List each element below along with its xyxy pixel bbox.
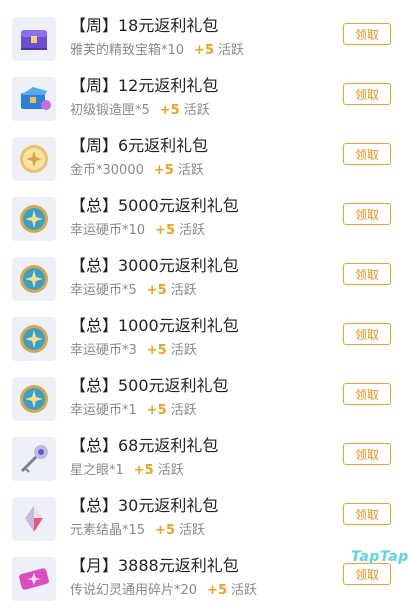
purple-treasure-chest-icon bbox=[12, 17, 56, 61]
bonus-value: +5 bbox=[146, 283, 167, 298]
reward-item: 元素结晶*15 bbox=[70, 523, 146, 538]
reward-item: 初级锻造匣*5 bbox=[70, 103, 150, 118]
reward-item: 金币*30000 bbox=[70, 163, 144, 178]
reward-item: 星之眼*1 bbox=[70, 463, 124, 478]
list-item: 【周】6元返利礼包 金币*30000 +5 活跃 领取 bbox=[0, 130, 408, 190]
reward-title: 【周】6元返利礼包 bbox=[70, 136, 209, 155]
bonus-value: +5 bbox=[207, 583, 227, 598]
list-item: 【总】1000元返利礼包 幸运硬币*3 +5 活跃 领取 bbox=[0, 310, 408, 370]
bonus-label: 活跃 bbox=[231, 583, 258, 598]
lucky-coin-icon bbox=[12, 257, 56, 301]
bonus-value: +5 bbox=[159, 103, 180, 118]
bonus-label: 活跃 bbox=[177, 163, 204, 178]
reward-title: 【总】5000元返利礼包 bbox=[70, 196, 239, 215]
list-item: 【总】5000元返利礼包 幸运硬币*10 +5 活跃 领取 bbox=[0, 190, 408, 250]
reward-detail: 金币*30000 +5 活跃 bbox=[70, 163, 204, 179]
bonus-label: 活跃 bbox=[179, 223, 206, 238]
claim-button[interactable]: 领取 bbox=[343, 143, 391, 165]
reward-title: 【总】3000元返利礼包 bbox=[70, 256, 239, 275]
reward-title: 【总】68元返利礼包 bbox=[70, 436, 219, 455]
reward-title: 【周】18元返利礼包 bbox=[70, 16, 219, 35]
taptap-watermark: TapTap bbox=[351, 549, 408, 565]
reward-detail: 星之眼*1 +5 活跃 bbox=[70, 463, 184, 479]
list-item: 【周】12元返利礼包 初级锻造匣*5 +5 活跃 领取 bbox=[0, 70, 408, 130]
element-crystal-icon bbox=[12, 497, 56, 541]
bonus-label: 活跃 bbox=[170, 343, 197, 358]
gold-coin-icon bbox=[12, 137, 56, 181]
reward-detail: 元素结晶*15 +5 活跃 bbox=[70, 523, 205, 539]
claim-button[interactable]: 领取 bbox=[343, 443, 391, 465]
reward-item: 传说幻灵通用碎片*20 bbox=[70, 583, 198, 598]
claim-button[interactable]: 领取 bbox=[343, 23, 391, 45]
bonus-value: +5 bbox=[194, 43, 214, 58]
reward-item: 幸运硬币*3 bbox=[70, 343, 137, 358]
list-item: 【总】3000元返利礼包 幸运硬币*5 +5 活跃 领取 bbox=[0, 250, 408, 310]
bonus-label: 活跃 bbox=[183, 103, 210, 118]
claim-button[interactable]: 领取 bbox=[343, 563, 391, 585]
bonus-value: +5 bbox=[146, 403, 167, 418]
claim-button[interactable]: 领取 bbox=[343, 503, 391, 525]
reward-detail: 幸运硬币*1 +5 活跃 bbox=[70, 403, 197, 419]
blue-forge-box-icon bbox=[12, 77, 56, 121]
bonus-label: 活跃 bbox=[179, 523, 206, 538]
reward-item: 幸运硬币*5 bbox=[70, 283, 137, 298]
bonus-label: 活跃 bbox=[218, 43, 245, 58]
reward-title: 【总】30元返利礼包 bbox=[70, 496, 219, 515]
lucky-coin-icon bbox=[12, 197, 56, 241]
bonus-value: +5 bbox=[133, 463, 154, 478]
claim-button[interactable]: 领取 bbox=[343, 203, 391, 225]
lucky-coin-icon bbox=[12, 377, 56, 421]
phantom-ticket-icon bbox=[12, 557, 56, 601]
list-item: 【周】18元返利礼包 雅芙的精致宝箱*10 +5 活跃 领取 bbox=[0, 10, 408, 70]
reward-detail: 传说幻灵通用碎片*20 +5 活跃 bbox=[70, 583, 257, 599]
bonus-value: +5 bbox=[146, 343, 167, 358]
claim-button[interactable]: 领取 bbox=[343, 83, 391, 105]
bonus-value: +5 bbox=[155, 223, 175, 238]
reward-detail: 雅芙的精致宝箱*10 +5 活跃 bbox=[70, 43, 244, 59]
bonus-label: 活跃 bbox=[170, 403, 197, 418]
list-item: 【月】3888元返利礼包 传说幻灵通用碎片*20 +5 活跃 领取 bbox=[0, 550, 408, 610]
bonus-value: +5 bbox=[153, 163, 174, 178]
reward-title: 【总】500元返利礼包 bbox=[70, 376, 229, 395]
reward-item: 幸运硬币*1 bbox=[70, 403, 137, 418]
reward-title: 【总】1000元返利礼包 bbox=[70, 316, 239, 335]
reward-detail: 幸运硬币*10 +5 活跃 bbox=[70, 223, 205, 239]
bonus-label: 活跃 bbox=[157, 463, 184, 478]
claim-button[interactable]: 领取 bbox=[343, 263, 391, 285]
reward-item: 雅芙的精致宝箱*10 bbox=[70, 43, 185, 58]
claim-button[interactable]: 领取 bbox=[343, 383, 391, 405]
reward-title: 【周】12元返利礼包 bbox=[70, 76, 219, 95]
reward-detail: 幸运硬币*3 +5 活跃 bbox=[70, 343, 197, 359]
star-eye-key-icon bbox=[12, 437, 56, 481]
list-item: 【总】500元返利礼包 幸运硬币*1 +5 活跃 领取 bbox=[0, 370, 408, 430]
reward-detail: 幸运硬币*5 +5 活跃 bbox=[70, 283, 197, 299]
reward-title: 【月】3888元返利礼包 bbox=[70, 556, 239, 575]
list-item: 【总】30元返利礼包 元素结晶*15 +5 活跃 领取 bbox=[0, 490, 408, 550]
bonus-label: 活跃 bbox=[170, 283, 197, 298]
reward-detail: 初级锻造匣*5 +5 活跃 bbox=[70, 103, 210, 119]
reward-item: 幸运硬币*10 bbox=[70, 223, 146, 238]
claim-button[interactable]: 领取 bbox=[343, 323, 391, 345]
list-item: 【总】68元返利礼包 星之眼*1 +5 活跃 领取 bbox=[0, 430, 408, 490]
bonus-value: +5 bbox=[155, 523, 175, 538]
lucky-coin-icon bbox=[12, 317, 56, 361]
